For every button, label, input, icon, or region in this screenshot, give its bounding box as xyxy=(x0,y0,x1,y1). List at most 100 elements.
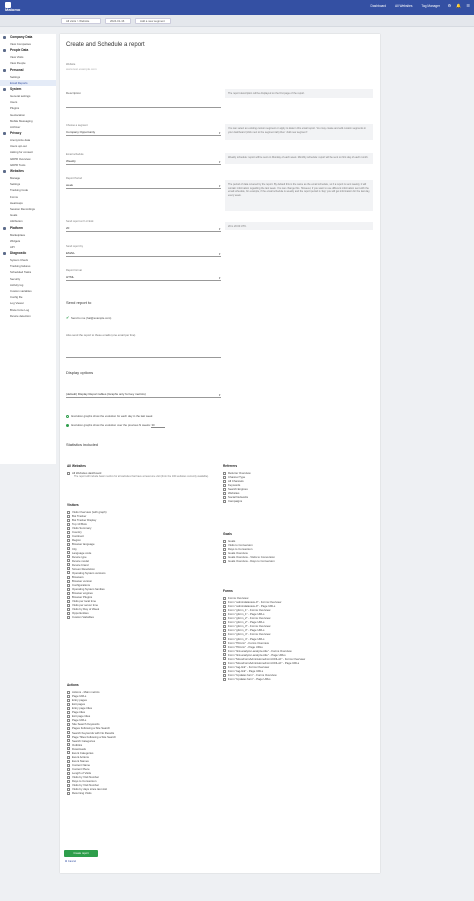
evolution-each-radio[interactable]: Evolution graphs show the evolution for … xyxy=(66,414,152,418)
display-format-select[interactable]: (default) Display Report tables (Graphs … xyxy=(66,392,221,398)
stats-group-title: Goals xyxy=(223,532,232,536)
schedule-select[interactable]: Weekly ▼ xyxy=(66,159,221,165)
segment-select[interactable]: Company Opportunity ▼ xyxy=(66,130,221,136)
sidebar-section[interactable]: Company Data xyxy=(0,34,56,41)
section-icon xyxy=(3,36,6,39)
top-link-all-websites[interactable]: All Websites xyxy=(395,4,412,8)
top-bar: Matomo Dashboard All Websites Tag Manage… xyxy=(0,0,474,15)
evolution-n-input[interactable]: 30 xyxy=(151,423,166,428)
hour-select[interactable]: 20 ▼ xyxy=(66,226,221,232)
also-send-label: Also send the report to these emails (on… xyxy=(66,333,136,337)
also-send-textarea[interactable] xyxy=(66,352,221,358)
description-label: Description xyxy=(66,91,82,95)
send-to-me-label: Send to me (hat@example.com) xyxy=(71,316,112,320)
create-report-button[interactable]: Create report xyxy=(64,850,98,857)
format-label: Report format xyxy=(66,269,82,272)
stats-group-title: Actions xyxy=(67,683,79,687)
top-link-dashboard[interactable]: Dashboard xyxy=(371,4,387,8)
hour-help: 20 is 20:00 UTC. xyxy=(225,222,373,230)
top-link-tag-manager[interactable]: Tag Manager xyxy=(421,4,440,8)
checkmark-icon: ✔ xyxy=(66,315,70,321)
display-format-value: (default) Display Report tables (Graphs … xyxy=(66,392,146,396)
website-label: Website xyxy=(66,63,76,66)
date-selector[interactable]: 2024-01-16 xyxy=(105,18,131,24)
page-title: Create and Schedule a report xyxy=(66,42,145,48)
section-icon xyxy=(3,49,6,53)
schedule-label: Email schedule xyxy=(66,153,84,156)
chevron-down-icon: ▼ xyxy=(218,228,221,231)
top-links: Dashboard All Websites Tag Manager xyxy=(363,4,440,9)
report-checkbox[interactable]: Returning Visits xyxy=(67,791,92,795)
section-icon xyxy=(3,132,6,136)
report-checkbox[interactable]: Form "Updater-form" - Page URLs xyxy=(223,677,271,681)
report-checkbox-label: Campaigns xyxy=(228,499,243,504)
report-checkbox-label: Returning Visits xyxy=(72,791,92,796)
period-help: The period of data covered by the report… xyxy=(225,180,373,211)
section-icon xyxy=(3,226,6,230)
checkbox-icon xyxy=(223,559,226,563)
type-label: Send report by xyxy=(66,245,84,248)
top-icons: ⚙ 🔔 ☰ xyxy=(444,3,470,9)
all-websites-note: The report will include basic metrics fo… xyxy=(74,475,209,479)
type-select[interactable]: EMAIL ▼ xyxy=(66,251,221,257)
report-checkbox[interactable]: Goals Overview - Days to Conversion xyxy=(223,559,275,563)
checkbox-icon xyxy=(223,500,226,504)
checkbox-icon xyxy=(223,677,226,681)
sidebar-section[interactable]: People Data xyxy=(0,47,56,54)
admin-sidebar: Company Data View Companies People Data Vie… xyxy=(0,34,56,464)
hour-label: Send report at X o'clock xyxy=(66,220,94,223)
segment-selector[interactable]: Add a new segment xyxy=(135,18,171,24)
chevron-down-icon: ▼ xyxy=(218,161,221,164)
chevron-down-icon: ▼ xyxy=(218,394,221,397)
format-select[interactable]: HTML ▼ xyxy=(66,275,221,281)
evolution-prev-radio[interactable]: Evolution graphs show the evolution over… xyxy=(66,423,166,428)
website-selector[interactable]: All visits > Website xyxy=(61,18,101,24)
send-to-title: Send report to xyxy=(66,300,92,305)
cancel-link[interactable]: ✖ Cancel xyxy=(65,860,76,863)
sidebar-section[interactable]: Websites xyxy=(0,168,56,175)
type-select-value: EMAIL xyxy=(66,251,76,255)
period-select[interactable]: week ▼ xyxy=(66,183,221,189)
sidebar-section-label: Diagnostic xyxy=(10,251,27,256)
stats-group-title: All Websites xyxy=(67,464,86,468)
radio-on-icon xyxy=(66,423,70,427)
matomo-logo[interactable]: Matomo xyxy=(5,2,27,13)
chevron-down-icon: ▼ xyxy=(218,132,221,135)
checkbox-icon xyxy=(67,471,70,475)
display-options-title: Display options xyxy=(66,370,94,375)
segment-select-value: Company Opportunity xyxy=(66,130,96,134)
report-checkbox-label: Custom Variables xyxy=(72,615,94,620)
sidebar-item[interactable]: Device detection xyxy=(0,313,56,319)
report-checkbox-label: Form "Updater-form" - Page URLs xyxy=(228,677,271,681)
section-icon xyxy=(3,252,6,256)
report-form-card: Create and Schedule a report Website www… xyxy=(60,34,380,873)
sidebar-section-label: Company Data xyxy=(10,35,33,39)
sidebar-section-label: Platform xyxy=(10,225,23,230)
sidebar-section[interactable]: Platform xyxy=(0,225,56,232)
schedule-help: Weekly schedule: report will be sent on … xyxy=(225,153,373,164)
sidebar-section[interactable]: Privacy xyxy=(0,130,56,137)
segment-label: Choose a segment xyxy=(66,124,88,127)
bell-icon[interactable]: 🔔 xyxy=(456,3,461,8)
segment-bar: All visits > Website 2024-01-16 Add a ne… xyxy=(0,15,474,27)
menu-icon[interactable]: ☰ xyxy=(466,3,470,8)
sidebar-section[interactable]: System xyxy=(0,86,56,93)
description-input[interactable] xyxy=(66,102,221,108)
cancel-label: Cancel xyxy=(67,860,76,863)
sidebar-section-label: Websites xyxy=(10,169,24,173)
report-checkbox[interactable]: Campaigns xyxy=(223,499,242,503)
gear-icon[interactable]: ⚙ xyxy=(448,3,452,8)
chevron-down-icon: ▼ xyxy=(218,277,221,280)
chevron-down-icon: ▼ xyxy=(218,185,221,188)
report-checkbox[interactable]: Custom Variables xyxy=(67,615,94,619)
sidebar-section-label: Privacy xyxy=(10,131,22,136)
hour-select-value: 20 xyxy=(66,226,70,230)
send-to-me-checkbox[interactable]: ✔ Send to me (hat@example.com) xyxy=(66,316,111,320)
sidebar-section[interactable]: Personal xyxy=(0,67,56,74)
sidebar-section[interactable]: Diagnostic xyxy=(0,250,56,257)
section-icon xyxy=(3,87,6,91)
evolution-prev-label: Evolution graphs show the evolution over… xyxy=(71,423,151,427)
stats-group-title: Forms xyxy=(223,589,233,593)
checkbox-icon xyxy=(67,791,70,795)
sidebar-section-label: People Data xyxy=(10,48,29,53)
